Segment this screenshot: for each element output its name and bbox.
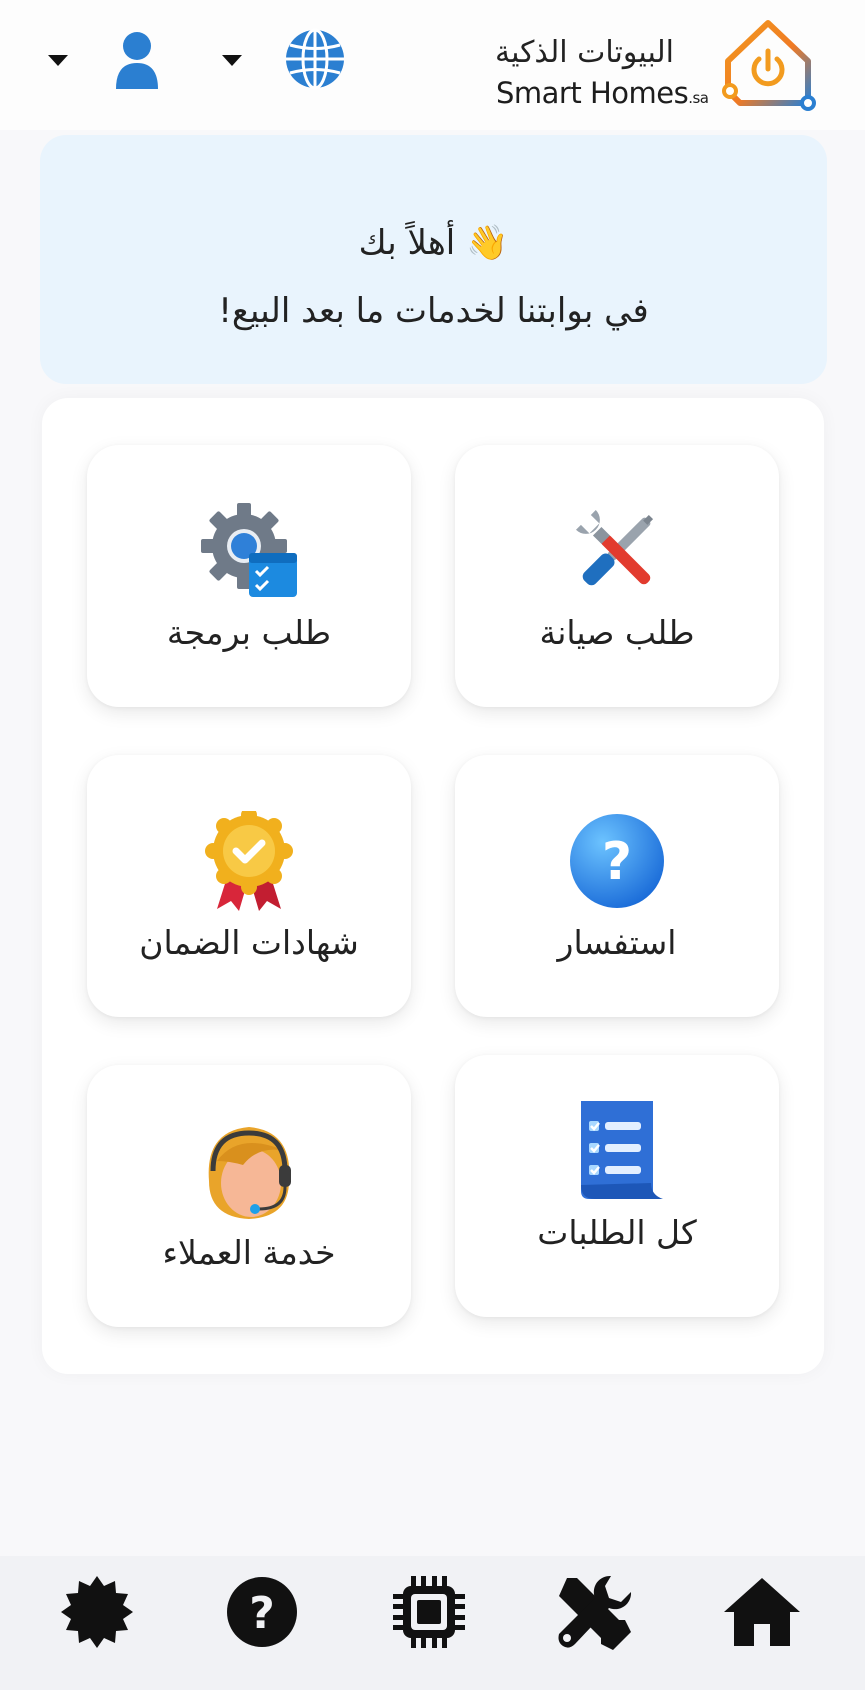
nav-programming[interactable] [389, 1572, 469, 1652]
tile-label: طلب صيانة [539, 613, 695, 652]
question-icon: ? [570, 814, 664, 908]
logo-text-english: Smart Homes.sa [496, 76, 709, 110]
customer-support-icon [208, 1127, 291, 1219]
tools-icon [575, 509, 654, 586]
settings-gear-icon [201, 503, 297, 597]
smart-home-logo-icon [722, 20, 816, 111]
tile-label: خدمة العملاء [162, 1233, 336, 1272]
welcome-greeting: 👋 أهلاً بك [358, 223, 509, 263]
svg-text:?: ? [602, 832, 632, 892]
tile-all-requests[interactable]: كل الطلبات [455, 1055, 779, 1317]
tools-icon [558, 1575, 632, 1650]
tile-customer-service[interactable]: خدمة العملاء [87, 1065, 411, 1327]
language-menu-button[interactable] [222, 25, 352, 95]
tile-label: طلب برمجة [166, 613, 332, 652]
chevron-down-icon [48, 55, 68, 66]
tile-maintenance-request[interactable]: طلب صيانة [455, 445, 779, 707]
logo-en-suffix: .sa [688, 89, 709, 107]
chip-icon [393, 1576, 465, 1648]
nav-inquiry[interactable]: ? [222, 1572, 302, 1652]
account-menu-button[interactable] [40, 25, 170, 95]
nav-home[interactable] [722, 1572, 802, 1652]
tile-warranty-certificates[interactable]: شهادات الضمان [87, 755, 411, 1017]
nav-maintenance[interactable] [553, 1572, 633, 1652]
home-icon [724, 1578, 800, 1646]
checklist-icon [581, 1101, 663, 1199]
globe-icon [286, 28, 344, 90]
tile-programming-request[interactable]: طلب برمجة [87, 445, 411, 707]
tile-inquiry[interactable]: ? استفسار [455, 755, 779, 1017]
user-icon [116, 32, 158, 89]
help-icon: ? [227, 1577, 297, 1647]
welcome-banner: 👋 أهلاً بك في بوابتنا لخدمات ما بعد البي… [40, 135, 827, 384]
certificate-badge-icon [205, 811, 293, 911]
welcome-message: في بوابتنا لخدمات ما بعد البيع! [218, 291, 649, 331]
nav-warranty[interactable] [57, 1572, 137, 1652]
tile-label: شهادات الضمان [139, 923, 359, 962]
badge-icon [61, 1576, 133, 1648]
svg-text:?: ? [249, 1588, 275, 1639]
tile-label: استفسار [557, 923, 677, 962]
logo-text-arabic: البيوتات الذكية [495, 35, 674, 70]
tile-label: كل الطلبات [537, 1213, 697, 1252]
app-header: البيوتات الذكية Smart Homes.sa [0, 0, 865, 130]
logo-en-main: Smart Homes [496, 76, 689, 110]
chevron-down-icon [222, 55, 242, 66]
